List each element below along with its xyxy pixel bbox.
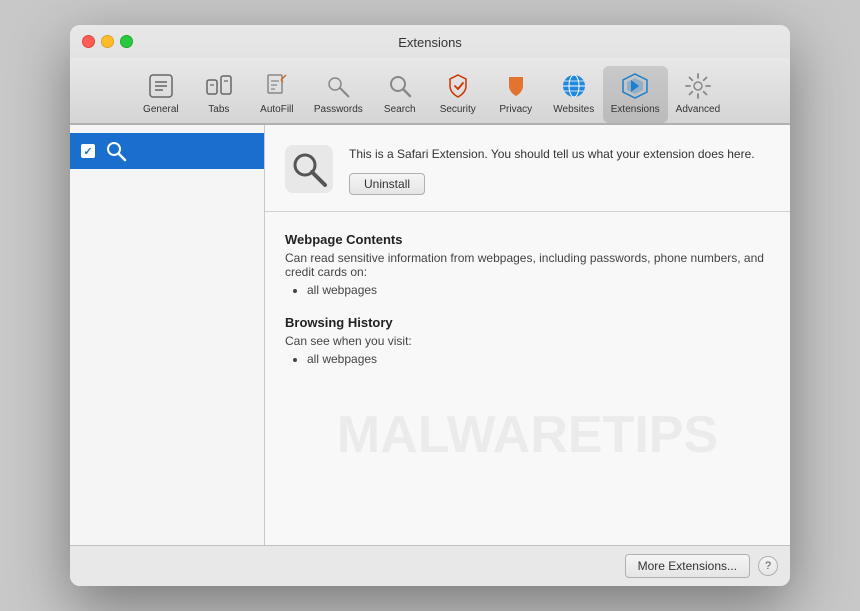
autofill-icon bbox=[261, 70, 293, 102]
autofill-label: AutoFill bbox=[260, 104, 293, 115]
checkmark-icon: ✓ bbox=[83, 145, 92, 158]
general-label: General bbox=[143, 104, 179, 115]
webpage-contents-list: all webpages bbox=[285, 283, 770, 297]
passwords-label: Passwords bbox=[314, 104, 363, 115]
content-area: ✓ T bbox=[70, 124, 790, 545]
toolbar-item-security[interactable]: Security bbox=[429, 66, 487, 123]
minimize-button[interactable] bbox=[101, 35, 114, 48]
webpage-contents-item: all webpages bbox=[307, 283, 770, 297]
help-button[interactable]: ? bbox=[758, 556, 778, 576]
toolbar: General Tabs bbox=[70, 58, 790, 123]
extension-header: This is a Safari Extension. You should t… bbox=[265, 125, 790, 212]
main-window: Extensions General bbox=[70, 25, 790, 586]
security-label: Security bbox=[440, 104, 476, 115]
passwords-icon bbox=[322, 70, 354, 102]
security-icon bbox=[442, 70, 474, 102]
window-title: Extensions bbox=[82, 35, 778, 50]
tabs-icon bbox=[203, 70, 235, 102]
browsing-history-title: Browsing History bbox=[285, 315, 770, 330]
extension-checkbox[interactable]: ✓ bbox=[80, 143, 96, 159]
browsing-history-description: Can see when you visit: bbox=[285, 334, 770, 348]
main-panel: This is a Safari Extension. You should t… bbox=[265, 125, 790, 545]
extensions-label: Extensions bbox=[611, 104, 660, 115]
extension-icon bbox=[285, 145, 333, 193]
search-toolbar-icon bbox=[384, 70, 416, 102]
title-bar: Extensions General bbox=[70, 25, 790, 124]
traffic-lights bbox=[82, 35, 133, 48]
toolbar-item-websites[interactable]: Websites bbox=[545, 66, 603, 123]
toolbar-item-advanced[interactable]: Advanced bbox=[668, 66, 728, 123]
footer: More Extensions... ? bbox=[70, 545, 790, 586]
websites-icon bbox=[558, 70, 590, 102]
toolbar-item-autofill[interactable]: AutoFill bbox=[248, 66, 306, 123]
extension-description: This is a Safari Extension. You should t… bbox=[349, 145, 770, 163]
close-button[interactable] bbox=[82, 35, 95, 48]
sidebar: ✓ bbox=[70, 125, 265, 545]
advanced-label: Advanced bbox=[676, 104, 720, 115]
sidebar-ext-icon bbox=[104, 139, 128, 163]
toolbar-item-extensions[interactable]: Extensions bbox=[603, 66, 668, 123]
tabs-label: Tabs bbox=[208, 104, 229, 115]
extension-info: This is a Safari Extension. You should t… bbox=[349, 145, 770, 195]
browsing-history-list: all webpages bbox=[285, 352, 770, 366]
search-label: Search bbox=[384, 104, 416, 115]
extensions-icon bbox=[619, 70, 651, 102]
privacy-icon bbox=[500, 70, 532, 102]
extension-details: Webpage Contents Can read sensitive info… bbox=[265, 212, 790, 545]
sidebar-item-search-ext[interactable]: ✓ bbox=[70, 133, 264, 169]
webpage-contents-description: Can read sensitive information from webp… bbox=[285, 251, 770, 279]
toolbar-item-tabs[interactable]: Tabs bbox=[190, 66, 248, 123]
toolbar-item-passwords[interactable]: Passwords bbox=[306, 66, 371, 123]
uninstall-button[interactable]: Uninstall bbox=[349, 173, 425, 195]
general-icon bbox=[145, 70, 177, 102]
maximize-button[interactable] bbox=[120, 35, 133, 48]
toolbar-item-general[interactable]: General bbox=[132, 66, 190, 123]
webpage-contents-title: Webpage Contents bbox=[285, 232, 770, 247]
advanced-icon bbox=[682, 70, 714, 102]
browsing-history-section: Browsing History Can see when you visit:… bbox=[285, 315, 770, 366]
webpage-contents-section: Webpage Contents Can read sensitive info… bbox=[285, 232, 770, 297]
privacy-label: Privacy bbox=[499, 104, 532, 115]
more-extensions-button[interactable]: More Extensions... bbox=[625, 554, 750, 578]
toolbar-item-privacy[interactable]: Privacy bbox=[487, 66, 545, 123]
browsing-history-item: all webpages bbox=[307, 352, 770, 366]
websites-label: Websites bbox=[553, 104, 594, 115]
toolbar-item-search[interactable]: Search bbox=[371, 66, 429, 123]
